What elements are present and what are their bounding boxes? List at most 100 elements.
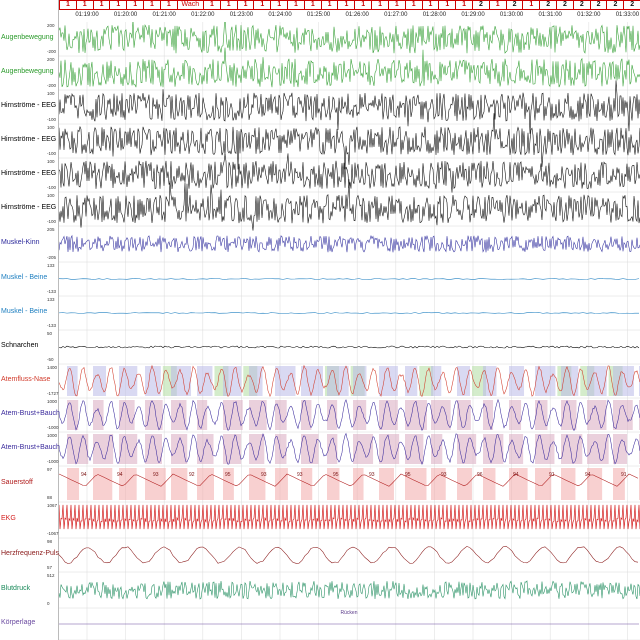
event-marker — [171, 468, 188, 500]
event-marker — [275, 434, 287, 464]
sleep-stage-cell: Wach — [176, 1, 203, 9]
channel-scale-bottom: -1067 — [47, 531, 59, 536]
spo2-value-label: 96 — [477, 472, 483, 478]
event-marker — [405, 366, 418, 396]
channel-label: Körperlage — [1, 619, 36, 626]
sleep-stage-cell: 2 — [539, 1, 556, 9]
sleep-stage-cell: 1 — [236, 1, 254, 9]
channel-label: Atemfluss-Nase — [1, 376, 51, 383]
polysomnography-plot: 94 94 93 92 95 93 93 95 93 95 93 96 94 91 94 91 Rücken — [59, 22, 640, 640]
body-position-label: Rücken — [341, 610, 358, 616]
spo2-value-label: 93 — [441, 472, 447, 478]
event-marker — [509, 400, 522, 430]
event-marker — [561, 468, 576, 500]
time-tick-label: 01:27:00 — [384, 12, 408, 18]
spo2-value-label: 95 — [225, 472, 231, 478]
event-marker — [587, 434, 609, 464]
spo2-value-label: 93 — [153, 472, 159, 478]
event-marker — [275, 400, 287, 430]
event-marker — [509, 434, 524, 464]
channel-scale-top: 97 — [47, 467, 53, 472]
channel-label: Muskel - Beine — [1, 308, 48, 315]
channel-scale-bottom: -100 — [47, 185, 57, 190]
sleep-stage-cell: 1 — [109, 1, 126, 9]
event-marker — [145, 366, 161, 396]
sleep-stage-cell: 1 — [455, 1, 472, 9]
channel-scale-bottom: -1000 — [47, 459, 59, 464]
signal-trace — [59, 234, 640, 253]
time-tick-label: 01:28:00 — [422, 12, 447, 18]
signal-trace — [59, 179, 640, 231]
event-marker — [67, 468, 80, 500]
spo2-value-label: 94 — [585, 472, 591, 478]
sleep-stage-cell: 1 — [320, 1, 338, 9]
signal-trace — [59, 504, 640, 530]
time-tick-label: 01:21:00 — [152, 12, 176, 18]
signal-trace — [59, 580, 640, 600]
channel-scale-bottom: 57 — [47, 565, 53, 570]
event-marker — [457, 400, 471, 430]
channel-scale-bottom: -50 — [47, 357, 54, 362]
event-marker — [197, 468, 214, 500]
event-marker — [223, 400, 243, 430]
event-marker — [457, 366, 471, 396]
sleep-stage-cell: 1 — [143, 1, 160, 9]
sleep-stage-cell: 1 — [337, 1, 354, 9]
event-marker — [171, 434, 188, 464]
time-tick-label: 01:31:00 — [538, 12, 562, 18]
event-marker — [483, 434, 504, 464]
sleep-stage-cell: 1 — [202, 1, 220, 9]
event-marker — [431, 434, 443, 464]
channel-scale-top: 100 — [47, 159, 55, 164]
channel-label: Muskel-Kinn — [1, 239, 40, 246]
signal-trace — [59, 312, 639, 314]
event-marker — [197, 366, 213, 396]
spo2-value-label: 92 — [189, 472, 195, 478]
channel-label: Hirnströme - EEG — [1, 170, 57, 177]
spo2-value-label: 93 — [261, 472, 267, 478]
signal-trace — [59, 345, 640, 349]
channel-scale-bottom: -1727 — [47, 391, 59, 396]
spo2-value-label: 93 — [297, 472, 303, 478]
event-marker — [613, 366, 634, 396]
spo2-value-label: 95 — [333, 472, 339, 478]
sleep-stage-cell: 2 — [556, 1, 573, 9]
sleep-stage-cell: 2 — [623, 1, 640, 9]
channel-scale-top: 100 — [47, 193, 55, 198]
channel-scale-bottom: -200 — [47, 49, 57, 54]
channel-label: Muskel - Beine — [1, 274, 48, 281]
event-marker — [249, 400, 267, 430]
sleep-stage-cell: 1 — [92, 1, 110, 9]
channel-label: Atem-Brust+Bauch — [1, 444, 60, 451]
event-marker — [353, 468, 364, 500]
spo2-value-label: 94 — [117, 472, 123, 478]
channel-scale-top: 1000 — [47, 399, 58, 404]
event-marker — [457, 468, 472, 500]
channel-scale-top: 200 — [47, 23, 55, 28]
channel-label: Schnarchen — [1, 342, 39, 349]
channel-label: Hirnströme - EEG — [1, 102, 57, 109]
channel-scale-top: 133 — [47, 297, 55, 302]
channel-label: Augenbewegung — [1, 34, 54, 41]
event-marker — [275, 468, 288, 500]
channel-scale-bottom: 0 — [47, 601, 50, 606]
event-marker — [431, 366, 442, 396]
spo2-value-label: 95 — [405, 472, 411, 478]
channel-scale-top: 1000 — [47, 433, 58, 438]
channel-scale-top: 100 — [47, 91, 55, 96]
channel-scale-bottom: -1000 — [47, 425, 59, 430]
time-tick-label: 01:25:00 — [306, 12, 331, 18]
channel-scale-top: 98 — [47, 539, 53, 544]
event-marker — [301, 468, 313, 500]
channel-scale-bottom: -133 — [47, 289, 57, 294]
signal-trace — [59, 22, 640, 54]
time-tick-label: 01:30:00 — [499, 12, 524, 18]
channel-scale-top: 133 — [47, 263, 55, 268]
sleep-stage-cell: 2 — [572, 1, 590, 9]
signal-trace — [59, 47, 640, 88]
sleep-stage-cell: 1 — [126, 1, 143, 9]
event-marker — [145, 434, 162, 464]
time-tick-label: 01:22:00 — [191, 12, 215, 18]
sleep-stage-cell: 1 — [522, 1, 539, 9]
time-tick-label: 01:33:00 — [615, 12, 640, 18]
